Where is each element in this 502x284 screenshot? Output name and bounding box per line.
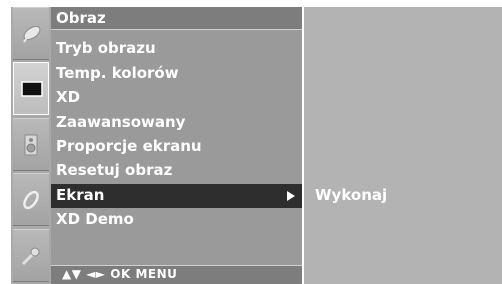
submenu-item-execute[interactable]: Wykonaj (304, 184, 502, 208)
menu-item-aspect-ratio[interactable]: Proporcje ekranu (51, 135, 302, 159)
menu-item-label: Ekran (56, 186, 105, 204)
picture-menu: Obraz Tryb obrazu Temp. kolorów XD Zaawa… (51, 7, 302, 284)
menu-item-label: Proporcje ekranu (56, 137, 202, 155)
satellite-dish-icon (23, 25, 41, 43)
tv-osd-screen: Obraz Tryb obrazu Temp. kolorów XD Zaawa… (11, 7, 502, 284)
screen-submenu: Wykonaj (304, 7, 502, 284)
menu-category-strip (11, 7, 51, 284)
menu-item-label: Temp. kolorów (56, 64, 179, 82)
navigation-hint-bar: ▲▼ ◄► OK MENU (51, 265, 302, 284)
menu-title: Obraz (56, 9, 106, 27)
speaker-icon (24, 134, 38, 156)
menu-item-xd[interactable]: XD (51, 86, 302, 110)
menu-item-label: Zaawansowany (56, 113, 186, 131)
menu-header: Obraz (51, 7, 302, 30)
category-audio[interactable] (13, 118, 49, 171)
menu-item-color-temperature[interactable]: Temp. kolorów (51, 62, 302, 86)
menu-item-label: Resetuj obraz (56, 161, 173, 179)
menu-item-label: XD Demo (56, 210, 134, 228)
menu-item-advanced[interactable]: Zaawansowany (51, 111, 302, 135)
menu-item-picture-reset[interactable]: Resetuj obraz (51, 159, 302, 183)
menu-item-label: XD (56, 88, 81, 106)
category-lock[interactable] (13, 229, 49, 282)
submenu-arrow-icon (287, 191, 295, 201)
screen-icon (21, 81, 43, 97)
key-icon (21, 247, 40, 266)
category-picture[interactable] (13, 62, 49, 115)
category-time[interactable] (13, 173, 49, 226)
navigation-hint: ▲▼ ◄► OK MENU (62, 267, 178, 281)
menu-item-screen[interactable]: Ekran (51, 184, 302, 208)
menu-item-xd-demo[interactable]: XD Demo (51, 208, 302, 232)
clock-icon (23, 190, 39, 210)
category-setup[interactable] (13, 7, 49, 60)
menu-item-label: Tryb obrazu (56, 39, 156, 57)
menu-item-picture-mode[interactable]: Tryb obrazu (51, 37, 302, 61)
submenu-item-label: Wykonaj (315, 186, 388, 204)
